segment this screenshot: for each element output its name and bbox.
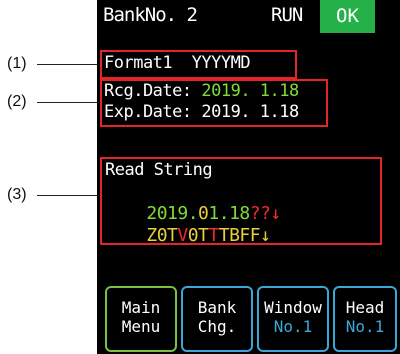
callout-2-line [37,102,103,103]
format-row: Format1 YYYYMD [104,53,251,73]
status-bar: BankNo. 2 RUN OK [97,0,400,34]
read-line2-part: V [177,225,188,246]
recognition-date-row: Rcg.Date: 2019. 1.18 [104,81,299,101]
read-line2-part: TBFF↓ [218,225,271,246]
window-number-button[interactable]: Window No.1 [257,286,329,352]
callout-1-line [37,64,103,65]
expiration-date-row: Exp.Date: 2019. 1.18 [104,102,299,122]
format-value: YYYYMD [191,53,251,73]
callout-3-line [37,195,103,196]
ok-status-badge: OK [320,0,375,33]
read-string-title: Read String [105,160,213,180]
window-number-value: No.1 [273,317,313,336]
bank-change-label-1: Bank [197,298,237,317]
window-label: Window [264,298,322,317]
main-menu-button[interactable]: Main Menu [105,286,177,352]
head-number-button[interactable]: Head No.1 [333,286,397,352]
head-label: Head [345,298,385,317]
format-label: Format1 [104,53,173,73]
callout-1-label: (1) [7,55,27,72]
read-line2-part: 0T [187,225,209,246]
callout-2-label: (2) [7,93,27,110]
exp-date-label: Exp.Date: [104,102,192,122]
device-screen: BankNo. 2 RUN OK Format1 YYYYMD Rcg.Date… [97,0,400,354]
bank-change-label-2: Chg. [197,317,237,336]
read-line2-part: Z0T [146,225,178,246]
rcg-date-value: 2019. 1.18 [201,81,299,101]
main-menu-label-1: Main [121,298,161,317]
main-menu-label-2: Menu [121,317,161,336]
bank-number: BankNo. 2 [103,4,198,26]
head-number-value: No.1 [345,317,385,336]
exp-date-value: 2019. 1.18 [201,102,299,122]
run-status: RUN [271,4,303,26]
callout-3-label: (3) [7,186,27,203]
rcg-date-label: Rcg.Date: [104,81,192,101]
read-string-line-2: Z0TV0TTTBFF↓ [105,204,271,267]
read-line2-part: T [208,225,219,246]
bank-change-button[interactable]: Bank Chg. [181,286,253,352]
